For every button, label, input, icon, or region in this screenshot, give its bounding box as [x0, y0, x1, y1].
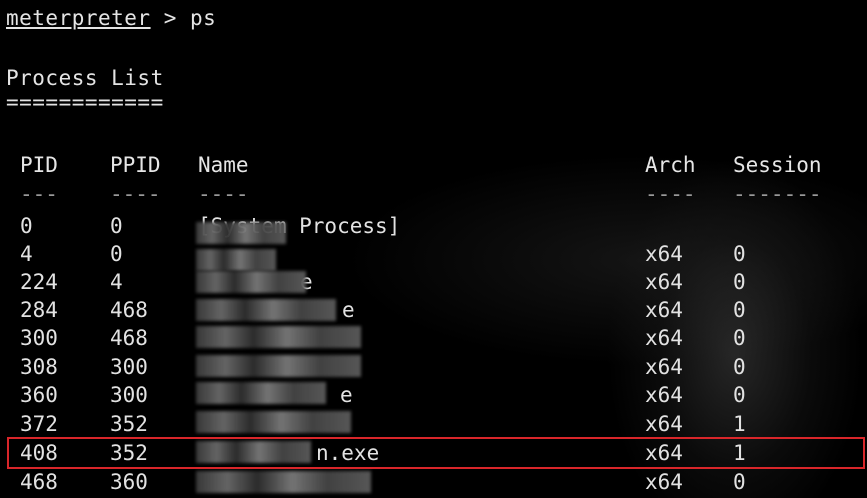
col-header-session: Session: [733, 153, 822, 177]
row-arch: x64: [645, 383, 683, 407]
row-ppid: 0: [110, 242, 123, 266]
row-ppid: 360: [110, 470, 148, 494]
row-ppid: 300: [110, 355, 148, 379]
row-session: 1: [733, 412, 746, 436]
redaction-block: [196, 411, 351, 433]
redaction-block: [196, 382, 326, 404]
row-pid: 300: [20, 326, 58, 350]
row-pid: 360: [20, 383, 58, 407]
row-session: 0: [733, 355, 746, 379]
redaction-block: [196, 471, 371, 493]
col-header-ppid: PPID: [110, 153, 161, 177]
redaction-block: [196, 326, 361, 348]
row-ppid: 468: [110, 298, 148, 322]
row-ppid: 4: [110, 270, 123, 294]
redaction-block: [196, 271, 306, 293]
row-name: e: [340, 383, 353, 407]
redaction-block: [196, 249, 276, 271]
col-header-pid: PID: [20, 153, 58, 177]
row-arch: x64: [645, 355, 683, 379]
row-pid: 468: [20, 470, 58, 494]
row-arch: x64: [645, 270, 683, 294]
row-ppid: 0: [110, 214, 123, 238]
row-arch: x64: [645, 242, 683, 266]
row-session: 0: [733, 470, 746, 494]
col-dash-ppid: ----: [110, 182, 161, 206]
row-arch: x64: [645, 412, 683, 436]
row-arch: x64: [645, 326, 683, 350]
redaction-block: [196, 222, 286, 244]
row-pid: 4: [20, 242, 33, 266]
row-ppid: 300: [110, 383, 148, 407]
row-pid: 284: [20, 298, 58, 322]
row-name: e: [342, 298, 355, 322]
col-dash-session: -------: [733, 182, 822, 206]
row-pid: 372: [20, 412, 58, 436]
row-pid: 308: [20, 355, 58, 379]
row-arch: x64: [645, 470, 683, 494]
section-underline: ============: [6, 90, 164, 114]
row-ppid: 352: [110, 412, 148, 436]
col-header-name: Name: [198, 153, 249, 177]
row-ppid: 468: [110, 326, 148, 350]
redaction-block: [196, 299, 336, 321]
row-session: 0: [733, 326, 746, 350]
redaction-block: [196, 355, 361, 377]
highlight-box: [7, 437, 865, 469]
col-header-arch: Arch: [645, 153, 696, 177]
terminal-window[interactable]: meterpreter > ps Process List ==========…: [0, 0, 867, 498]
row-pid: 224: [20, 270, 58, 294]
col-dash-pid: ---: [20, 182, 58, 206]
row-session: 0: [733, 242, 746, 266]
col-dash-arch: ----: [645, 182, 696, 206]
row-session: 0: [733, 383, 746, 407]
row-session: 0: [733, 298, 746, 322]
command-text: > ps: [150, 6, 217, 30]
row-session: 0: [733, 270, 746, 294]
meterpreter-prompt: meterpreter: [6, 6, 151, 30]
row-arch: x64: [645, 298, 683, 322]
prompt-line: meterpreter > ps: [6, 6, 216, 30]
row-pid: 0: [20, 214, 33, 238]
col-dash-name: ----: [198, 182, 249, 206]
section-title: Process List: [6, 66, 164, 90]
